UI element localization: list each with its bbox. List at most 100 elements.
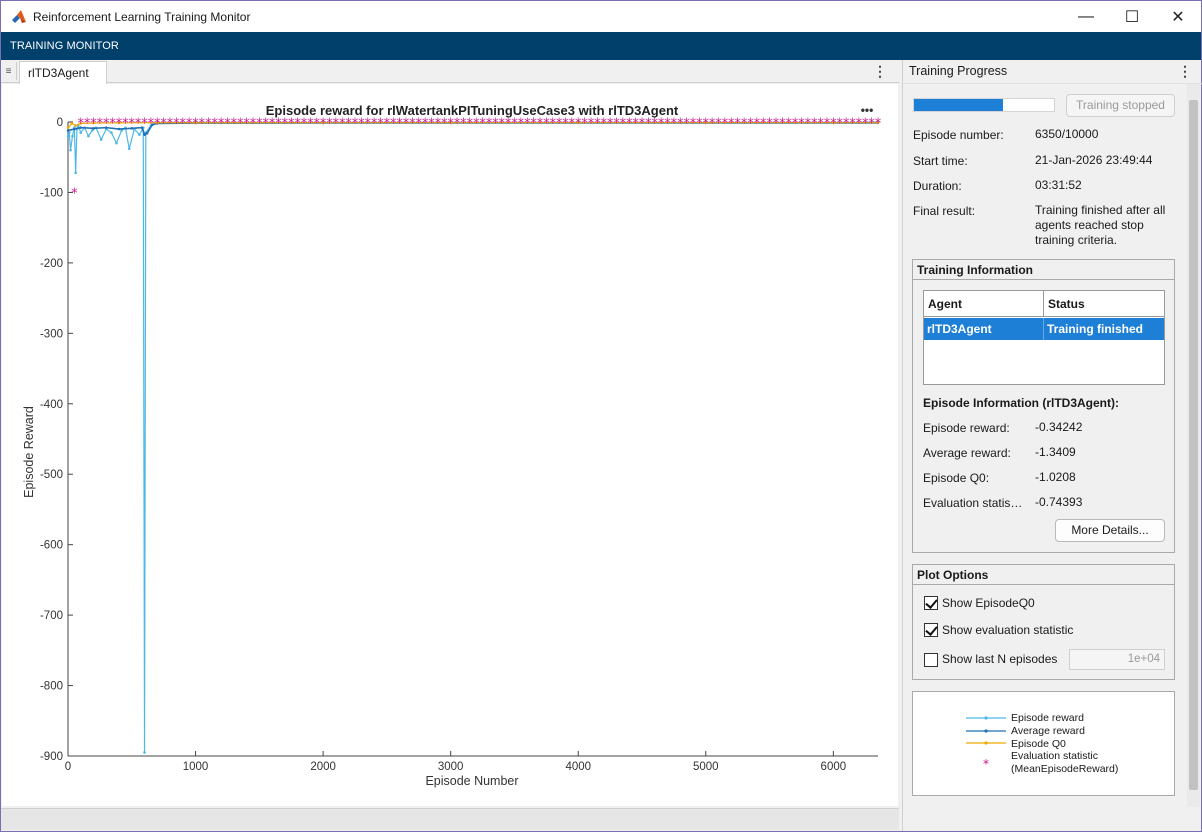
status-column-header[interactable]: Status — [1044, 291, 1164, 317]
y-tick-label: -900 — [40, 751, 63, 763]
chart-axes: 0 1000 2000 3000 4000 5000 6000 0 -100 -200 -300 -4… — [40, 117, 878, 773]
legend-episode-q0: Episode Q0 — [1011, 738, 1066, 750]
training-information-group: Training Information Agent Status rlTD3A… — [912, 259, 1175, 553]
table-row[interactable]: rlTD3Agent Training finished — [924, 318, 1164, 340]
duration-value: 03:31:52 — [1035, 178, 1082, 192]
episode-number-label: Episode number: — [913, 128, 1004, 142]
more-details-button[interactable]: More Details... — [1055, 519, 1165, 542]
tab-menu-icon[interactable]: ⋮ — [873, 63, 887, 80]
episode-reward-chart[interactable]: Episode reward for rlWatertankPITuningUs… — [2, 84, 898, 806]
final-result-value: Training finished after all agents reach… — [1035, 203, 1166, 247]
start-time-label: Start time: — [913, 154, 968, 168]
episode-reward-value: -0.34242 — [1035, 420, 1083, 434]
training-progress-bar — [913, 98, 1055, 112]
close-button[interactable]: ✕ — [1155, 1, 1201, 32]
tab-rltd3agent[interactable]: rlTD3Agent — [19, 61, 107, 84]
average-reward-point — [145, 131, 149, 135]
duration-label: Duration: — [913, 179, 962, 193]
average-reward-point — [66, 129, 70, 132]
training-information-title: Training Information — [913, 260, 1174, 280]
show-last-n-episodes-label: Show last N episodes — [942, 652, 1058, 666]
episode-reward-point — [138, 133, 141, 136]
show-episodeq0-checkbox[interactable] — [924, 596, 938, 610]
plot-pane: ≡ rlTD3Agent ⋮ Episode reward for rlWate… — [1, 60, 899, 831]
y-tick-label: 0 — [57, 117, 63, 129]
status-cell: Training finished — [1047, 322, 1144, 336]
tab-grip-icon[interactable]: ≡ — [1, 62, 17, 80]
episode-reward-line — [67, 121, 879, 753]
app-window: Reinforcement Learning Training Monitor … — [0, 0, 1202, 832]
maximize-button[interactable]: ☐ — [1109, 1, 1155, 32]
show-last-n-episodes-checkbox[interactable] — [924, 653, 938, 667]
panel-scrollbar[interactable] — [1187, 84, 1200, 807]
evaluation-statistic-label: Evaluation statis… — [923, 496, 1023, 510]
episode-reward-point — [115, 141, 118, 145]
episode-q0-value: -1.0208 — [1035, 470, 1076, 484]
title-bar: Reinforcement Learning Training Monitor … — [1, 1, 1201, 32]
y-tick-label: -500 — [40, 469, 63, 481]
episode-reward-label: Episode reward: — [923, 421, 1010, 435]
legend-evaluation-statistic-detail: (MeanEpisodeReward) — [1011, 763, 1119, 775]
x-axis-label: Episode Number — [425, 774, 518, 788]
average-reward-value: -1.3409 — [1035, 445, 1076, 459]
y-tick-label: -300 — [40, 328, 63, 340]
x-tick-label: 2000 — [310, 761, 336, 773]
episode-reward-point — [71, 134, 74, 138]
show-episodeq0-label: Show EpisodeQ0 — [942, 596, 1035, 610]
episode-reward-point — [66, 134, 70, 138]
y-tick-label: -400 — [40, 399, 63, 411]
plot-options-title: Plot Options — [913, 565, 1174, 585]
show-evaluation-statistic-label: Show evaluation statistic — [942, 623, 1074, 637]
last-n-episodes-input[interactable]: 1e+04 — [1069, 649, 1165, 670]
y-tick-label: -100 — [40, 187, 63, 199]
episode-reward-point — [87, 134, 90, 138]
plot-options-group: Plot Options Show EpisodeQ0 Show evaluat… — [912, 564, 1175, 680]
x-tick-label: 4000 — [565, 761, 591, 773]
episode-reward-point — [74, 171, 77, 175]
x-tick-label: 3000 — [438, 761, 464, 773]
training-progress-panel: Training Progress ⋮ Training stopped Epi… — [902, 60, 1202, 831]
x-tick-label: 1000 — [183, 761, 209, 773]
average-reward-point — [73, 127, 76, 131]
episode-reward-point — [69, 148, 72, 152]
status-bar — [1, 808, 899, 830]
x-tick-label: 0 — [65, 761, 71, 773]
scrollbar-thumb[interactable] — [1189, 100, 1198, 790]
panel-title: Training Progress — [909, 64, 1008, 78]
tab-strip: ≡ rlTD3Agent ⋮ — [1, 60, 899, 84]
episode-q0-point — [66, 126, 70, 129]
training-stopped-button[interactable]: Training stopped — [1066, 94, 1175, 117]
average-reward-point — [143, 133, 146, 136]
episode-reward-point — [99, 138, 103, 141]
episode-number-value: 6350/10000 — [1035, 127, 1099, 141]
legend-episode-reward: Episode reward — [1011, 712, 1084, 724]
show-evaluation-statistic-checkbox[interactable] — [924, 623, 938, 637]
episode-reward-point — [143, 751, 146, 754]
legend-evaluation-swatch: * — [983, 757, 989, 771]
episode-q0-label: Episode Q0: — [923, 471, 990, 485]
training-monitor-banner: TRAINING MONITOR — [1, 32, 1201, 60]
chart-more-options-icon[interactable]: ••• — [861, 103, 874, 117]
start-time-value: 21-Jan-2026 23:49:44 — [1035, 153, 1153, 167]
agent-cell: rlTD3Agent — [927, 322, 992, 336]
legend-average-reward: Average reward — [1011, 725, 1085, 737]
agent-column-header[interactable]: Agent — [924, 291, 1044, 317]
y-tick-label: -700 — [40, 610, 63, 622]
y-tick-label: -200 — [40, 258, 63, 270]
x-tick-label: 6000 — [821, 761, 847, 773]
chart-series: ** * * * * * * * * * * * * * * * * * * * * * * * * * * * * * * * * * * * * * *… — [66, 117, 882, 754]
panel-menu-icon[interactable]: ⋮ — [1178, 63, 1192, 80]
minimize-icon: — — [1078, 7, 1094, 25]
minimize-button[interactable]: — — [1063, 1, 1109, 32]
legend-panel: * Episode reward Average reward Episode … — [912, 691, 1175, 796]
maximize-icon: ☐ — [1124, 8, 1140, 26]
final-result-label: Final result: — [913, 204, 976, 218]
close-icon: ✕ — [1171, 8, 1185, 26]
episode-q0-point — [70, 122, 74, 125]
evaluation-statistic-value: -0.74393 — [1035, 495, 1083, 509]
matlab-logo-icon — [12, 9, 26, 23]
episode-information-title: Episode Information (rlTD3Agent): — [923, 396, 1119, 410]
evaluation-point: * — [71, 186, 78, 201]
window-title: Reinforcement Learning Training Monitor — [33, 9, 251, 24]
evaluation-point: * — [875, 117, 882, 132]
